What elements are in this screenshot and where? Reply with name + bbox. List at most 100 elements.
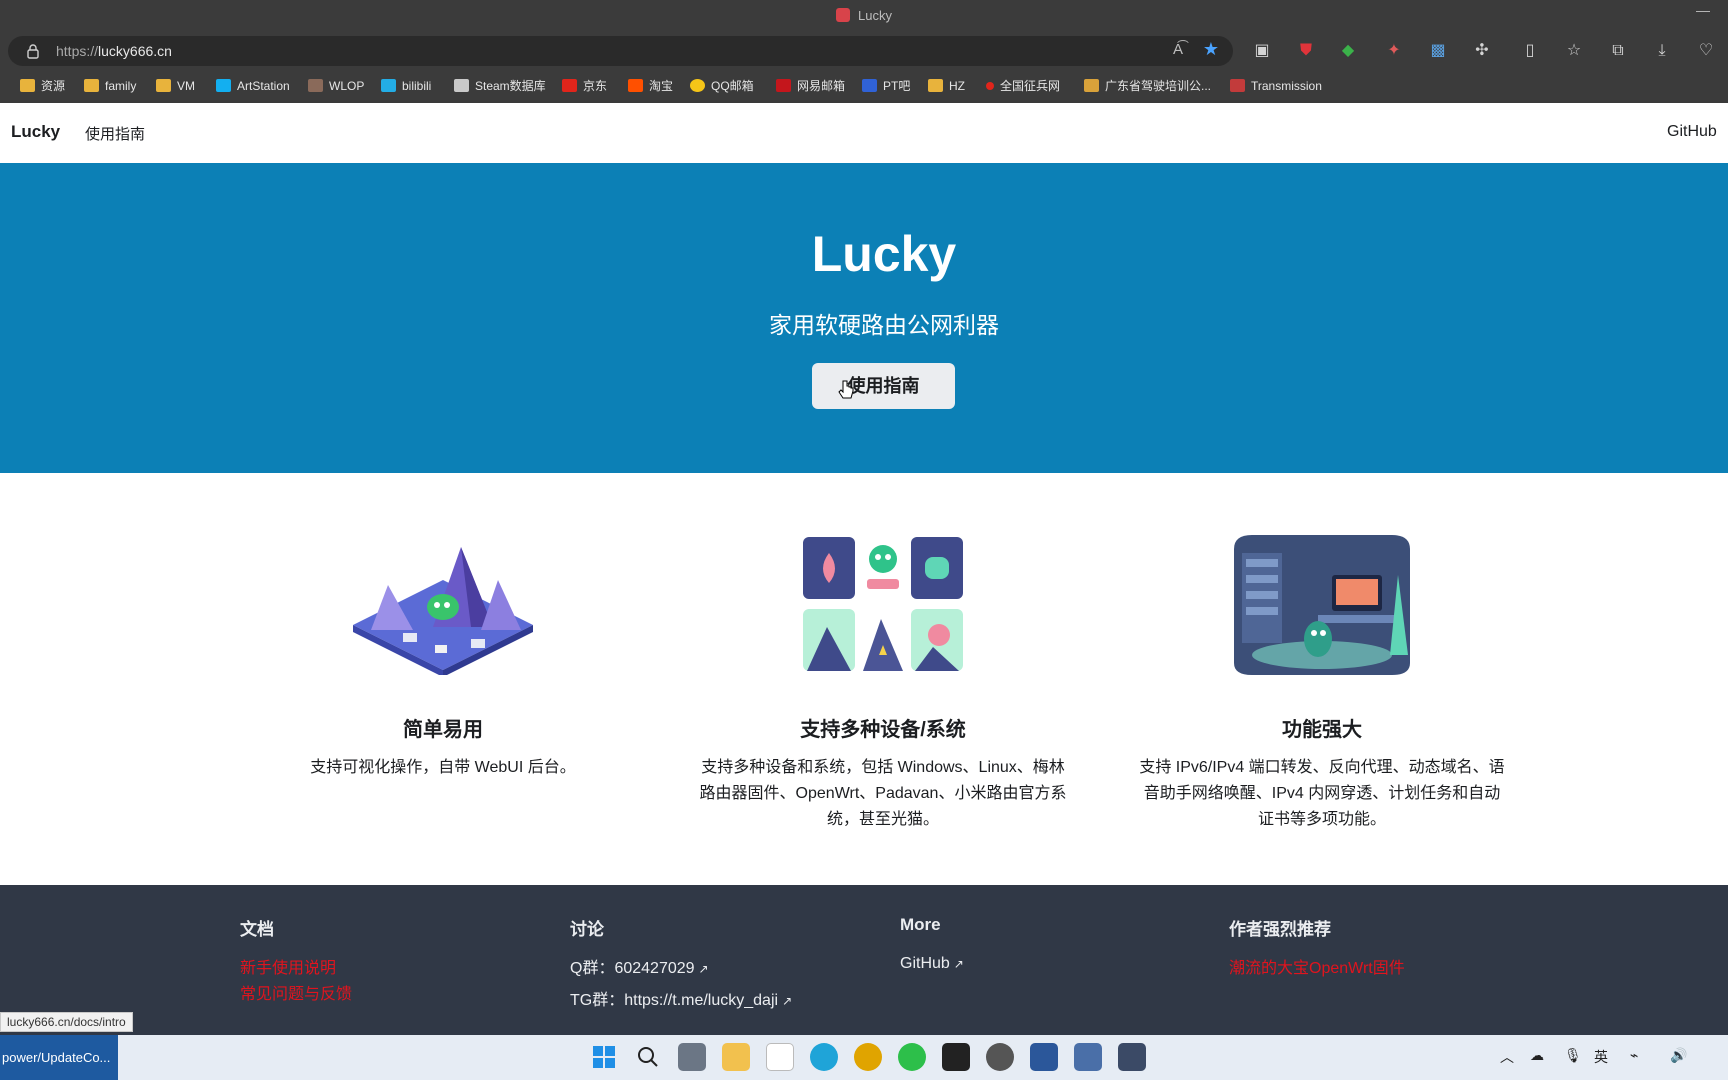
app-icon[interactable] <box>1118 1043 1146 1071</box>
bookmark-item[interactable]: 全国征兵网 <box>986 76 1060 96</box>
extension-icon[interactable]: ▩ <box>1426 39 1450 63</box>
microphone-icon[interactable]: 🎙 <box>1564 1047 1582 1064</box>
favorites-icon[interactable]: ☆ <box>1562 39 1586 63</box>
folder-icon <box>84 79 99 92</box>
footer-link[interactable]: GitHub ↗ <box>900 951 964 977</box>
file-explorer-icon[interactable] <box>722 1043 750 1071</box>
bookmark-item[interactable]: ArtStation <box>216 76 290 96</box>
external-link-icon: ↗ <box>782 994 793 1008</box>
footer-heading: 作者强烈推荐 <box>1229 920 1331 939</box>
volume-icon[interactable]: 🔊 <box>1670 1047 1687 1064</box>
driving-school-icon <box>1084 79 1099 92</box>
footer-heading: 讨论 <box>570 920 604 939</box>
footer-link[interactable]: 潮流的大宝OpenWrt固件 <box>1229 956 1405 982</box>
transmission-icon <box>1230 79 1245 92</box>
taskbar-active-app[interactable]: power/UpdateCo... <box>0 1035 118 1080</box>
qq-icon[interactable] <box>942 1043 970 1071</box>
wechat-icon[interactable] <box>898 1043 926 1071</box>
minimize-button[interactable]: — <box>1696 2 1710 18</box>
extension-icon[interactable]: ✦ <box>1382 39 1406 63</box>
extensions-puzzle-icon[interactable]: ✣ <box>1470 39 1494 63</box>
bookmark-item[interactable]: WLOP <box>308 76 364 96</box>
bookmark-item[interactable]: 网易邮箱 <box>776 76 845 96</box>
bookmark-item[interactable]: PT吧 <box>862 76 910 96</box>
footer-heading: More <box>900 915 941 934</box>
footer-more-column: More GitHub ↗ <box>900 915 964 977</box>
footer-recommend-column: 作者强烈推荐 潮流的大宝OpenWrt固件 <box>1229 915 1405 982</box>
bookmarks-bar: 资源 family VM ArtStation WLOP bilibili St… <box>0 70 1728 103</box>
bookmark-item[interactable]: QQ邮箱 <box>690 76 754 96</box>
footer-discussion-column: 讨论 Q群：602427029 ↗ TG群：https://t.me/lucky_… <box>570 915 792 1014</box>
read-aloud-icon[interactable]: A͡ <box>1173 41 1183 58</box>
wlop-icon <box>308 79 323 92</box>
bookmark-item[interactable]: HZ <box>928 76 965 96</box>
folder-icon <box>156 79 171 92</box>
hero-title: Lucky <box>811 226 957 282</box>
search-icon[interactable] <box>634 1043 662 1071</box>
lock-icon[interactable] <box>26 43 40 59</box>
ublock-icon[interactable]: ⛊ <box>1294 39 1318 63</box>
bookmark-item[interactable]: family <box>84 76 136 96</box>
browser-toolbar: https://lucky666.cn A͡ ★ ▣ ⛊ ◆ ✦ ▩ ✣ ▯ ☆… <box>0 32 1728 70</box>
footer-link[interactable]: Q群：602427029 ↗ <box>570 956 792 982</box>
feature-title: 简单易用 <box>403 719 483 741</box>
hero-tagline: 家用软硬路由公网利器 <box>769 312 999 338</box>
collections-icon[interactable]: ⧉ <box>1606 39 1630 63</box>
nav-docs-link[interactable]: 使用指南 <box>85 123 145 144</box>
folder-icon <box>928 79 943 92</box>
hero-banner: Lucky 家用软硬路由公网利器 使用指南 <box>0 163 1728 473</box>
heart-pulse-icon[interactable]: ♡ <box>1694 39 1718 63</box>
edge-icon[interactable] <box>810 1043 838 1071</box>
feature-title: 功能强大 <box>1282 719 1362 741</box>
site-navbar: Lucky 使用指南 GitHub <box>0 103 1728 163</box>
network-icon[interactable]: ⌁ <box>1630 1047 1638 1064</box>
favorite-star-icon[interactable]: ★ <box>1203 39 1219 60</box>
devices-grid-illustration <box>803 537 963 671</box>
window-title: Lucky <box>0 8 1728 23</box>
footer-link[interactable]: TG群：https://t.me/lucky_daji ↗ <box>570 988 792 1014</box>
qqmail-icon <box>690 79 705 92</box>
jd-icon <box>562 79 577 92</box>
folder-icon <box>20 79 35 92</box>
split-screen-icon[interactable]: ▯ <box>1518 39 1542 63</box>
status-bar-url: lucky666.cn/docs/intro <box>0 1012 133 1032</box>
get-started-button[interactable]: 使用指南 <box>812 363 955 409</box>
footer-heading: 文档 <box>240 920 274 939</box>
taobao-icon <box>628 79 643 92</box>
footer-link[interactable]: 新手使用说明 <box>240 956 352 982</box>
extension-icon[interactable]: ▣ <box>1250 39 1274 63</box>
nav-github-link[interactable]: GitHub <box>1667 123 1717 141</box>
tray-chevron-up-icon[interactable]: ︿ <box>1500 1047 1514 1067</box>
hand-pointer-cursor-icon <box>838 380 854 399</box>
bookmark-item[interactable]: 淘宝 <box>628 76 673 96</box>
windows-taskbar: power/UpdateCo... ︿ ☁ 🎙 英 ⌁ 🔊 <box>0 1035 1728 1080</box>
address-bar[interactable]: https://lucky666.cn A͡ ★ <box>8 36 1233 66</box>
feature-title: 支持多种设备/系统 <box>800 719 966 741</box>
chrome-icon[interactable] <box>854 1043 882 1071</box>
external-link-icon: ↗ <box>953 957 964 971</box>
windows-start-icon[interactable] <box>590 1043 618 1071</box>
artstation-icon <box>216 79 231 92</box>
bookmark-item[interactable]: 京东 <box>562 76 607 96</box>
extension-icon[interactable]: ◆ <box>1336 39 1360 63</box>
word-icon[interactable] <box>1030 1043 1058 1071</box>
feature-description: 支持多种设备和系统，包括 Windows、Linux、梅林路由器固件、OpenW… <box>699 759 1067 828</box>
downloads-icon[interactable]: ⤓ <box>1650 39 1674 63</box>
store-icon[interactable] <box>766 1043 794 1071</box>
footer-link[interactable]: 常见问题与反馈 <box>240 982 352 1008</box>
task-view-icon[interactable] <box>678 1043 706 1071</box>
onedrive-cloud-icon[interactable]: ☁ <box>1530 1047 1544 1064</box>
remote-desktop-icon[interactable] <box>1074 1043 1102 1071</box>
database-icon <box>454 79 469 92</box>
url-text[interactable]: https://lucky666.cn <box>56 43 172 59</box>
site-brand-link[interactable]: Lucky <box>11 122 60 142</box>
red-dot-icon <box>986 82 994 90</box>
bookmark-item[interactable]: 广东省驾驶培训公... <box>1084 76 1211 96</box>
ime-indicator[interactable]: 英 <box>1594 1047 1608 1067</box>
bookmark-item[interactable]: Steam数据库 <box>454 76 546 96</box>
bookmark-item[interactable]: bilibili <box>381 76 431 96</box>
obs-icon[interactable] <box>986 1043 1014 1071</box>
bookmark-item[interactable]: 资源 <box>20 76 65 96</box>
bookmark-item[interactable]: VM <box>156 76 195 96</box>
bookmark-item[interactable]: Transmission <box>1230 76 1322 96</box>
